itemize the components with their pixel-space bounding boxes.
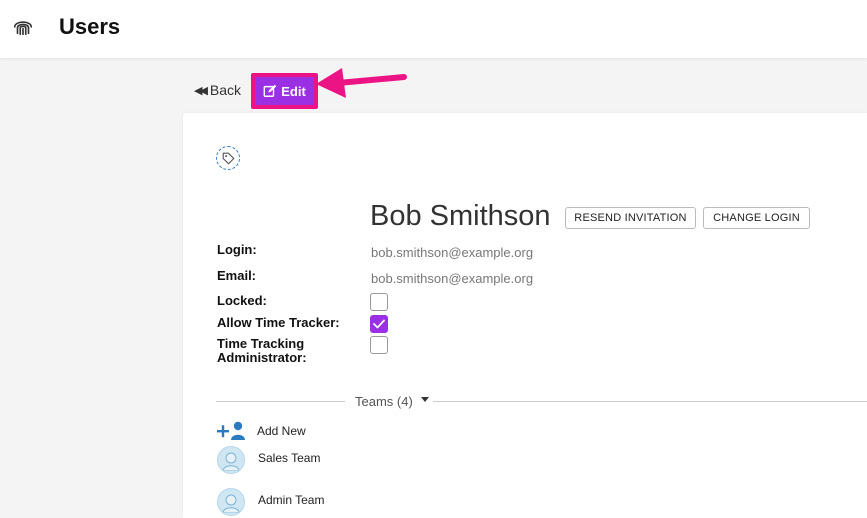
edit-label: Edit xyxy=(281,83,306,99)
tt-admin-label: Time Tracking Administrator: xyxy=(217,337,307,365)
caret-down-icon xyxy=(420,397,429,402)
teams-heading: Teams (4) xyxy=(355,394,413,409)
page-title: Users xyxy=(59,14,121,39)
edit-icon xyxy=(263,84,277,97)
time-tracker-checkbox[interactable] xyxy=(370,315,388,333)
team-item[interactable]: Sales Team xyxy=(217,446,320,474)
edit-button[interactable]: Edit xyxy=(255,77,314,105)
add-new-label: Add New xyxy=(257,424,306,438)
divider xyxy=(433,401,867,402)
teams-toggle[interactable]: Teams (4) xyxy=(355,394,429,409)
login-value: bob.smithson@example.org xyxy=(371,245,534,260)
tag-icon[interactable] xyxy=(216,146,240,170)
fingerprint-icon xyxy=(13,21,33,36)
user-name: Bob Smithson xyxy=(370,200,551,232)
team-avatar xyxy=(217,446,245,474)
tag-glyph-icon xyxy=(222,152,234,164)
resend-invitation-button[interactable]: RESEND INVITATION xyxy=(565,207,696,229)
time-tracker-label: Allow Time Tracker: xyxy=(217,315,340,330)
team-name: Admin Team xyxy=(258,493,325,507)
team-item[interactable]: Admin Team xyxy=(217,488,324,516)
locked-checkbox[interactable] xyxy=(370,293,388,311)
person-icon xyxy=(222,452,240,471)
email-value: bob.smithson@example.org xyxy=(371,271,534,286)
back-button[interactable]: ◀◀ Back xyxy=(194,82,241,98)
locked-label: Locked: xyxy=(217,293,267,308)
add-user-icon xyxy=(217,421,245,440)
annotation-arrow xyxy=(316,68,407,98)
tt-admin-label-line1: Time Tracking xyxy=(217,336,305,351)
team-name: Sales Team xyxy=(258,451,321,465)
change-login-button[interactable]: CHANGE LOGIN xyxy=(703,207,810,229)
add-new-team-button[interactable]: Add New xyxy=(217,421,306,441)
team-avatar xyxy=(217,488,245,516)
login-label: Login: xyxy=(217,242,257,257)
tt-admin-checkbox[interactable] xyxy=(370,336,388,354)
back-label: Back xyxy=(209,82,242,98)
tt-admin-label-line2: Administrator: xyxy=(217,350,307,365)
top-bar: Users xyxy=(0,0,867,58)
double-left-arrow-icon: ◀◀ xyxy=(194,84,208,97)
person-icon xyxy=(222,494,240,513)
checkmark-icon xyxy=(373,319,385,329)
email-label: Email: xyxy=(217,268,257,283)
divider xyxy=(216,401,345,402)
